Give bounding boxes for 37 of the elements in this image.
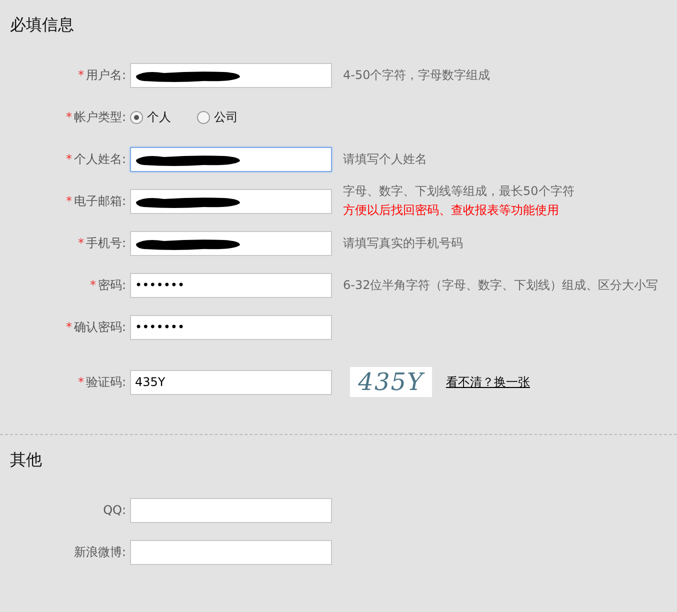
input-field[interactable]: ••••••• [130,272,332,298]
refresh-captcha-link[interactable]: 看不清？换一张 [446,374,530,390]
section-title: 其他 [9,449,43,471]
field-label: 验证码: [86,374,126,390]
hint-text: 6-32位半角字符（字母、数字、下划线）组成、区分大小写 [343,276,658,294]
input-field[interactable] [130,498,332,522]
required-asterisk: * [66,152,72,166]
hint-text: 方便以后找回密码、查收报表等功能使用 [343,202,560,219]
hint-text: 字母、数字、下划线等组成，最长50个字符 [343,183,574,200]
captcha-image: 435Y [350,367,432,397]
hint-text: 请填写真实的手机号码 [343,234,463,252]
hint-text: 4-50个字符，字母数字组成 [343,66,490,84]
radio-icon[interactable] [130,110,143,124]
radio-icon[interactable] [197,110,210,124]
hint-text: 请填写个人姓名 [343,150,427,168]
radio-option[interactable]: 个人 [130,108,171,126]
required-asterisk: * [78,236,84,250]
captcha-field[interactable]: 435Y [130,370,332,394]
radio-option[interactable]: 公司 [197,108,238,126]
field-label: 确认密码: [74,318,126,336]
field-label: 密码: [98,276,126,294]
required-asterisk: * [66,194,72,208]
field-label: 新浪微博: [74,544,126,560]
field-label: 用户名: [86,66,126,84]
field-label: 手机号: [86,234,126,252]
field-label: 电子邮箱: [74,192,126,210]
required-asterisk: * [90,278,96,292]
section-title: 必填信息 [9,14,75,36]
input-field[interactable] [130,540,332,564]
required-asterisk: * [66,320,72,334]
input-field[interactable]: ••••••• [130,314,332,340]
field-label: QQ: [103,503,126,517]
required-asterisk: * [66,110,72,124]
field-label: 帐户类型: [74,108,126,126]
required-asterisk: * [78,68,84,82]
required-asterisk: * [78,375,84,389]
field-label: 个人姓名: [74,150,126,168]
